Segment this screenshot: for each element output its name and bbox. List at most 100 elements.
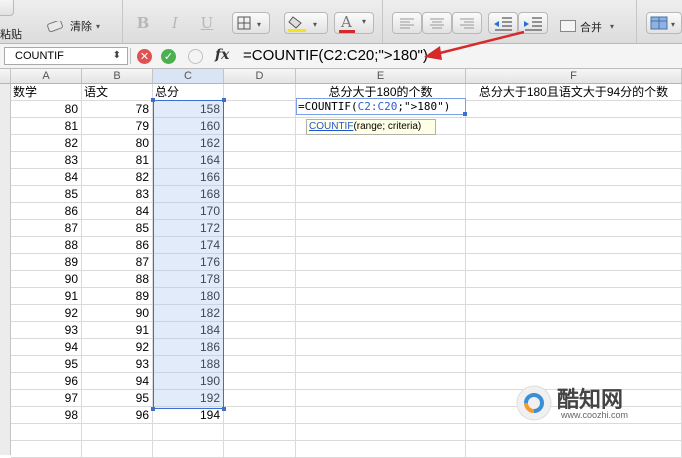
cell-math[interactable]: 94 bbox=[11, 339, 82, 356]
cell-math[interactable] bbox=[11, 424, 82, 441]
cell-chinese[interactable]: 88 bbox=[82, 271, 153, 288]
cell-total[interactable]: 176 bbox=[153, 254, 224, 271]
fill-color-button[interactable]: ▾ bbox=[284, 12, 328, 34]
empty-cell[interactable] bbox=[466, 288, 682, 305]
cell-chinese[interactable]: 96 bbox=[82, 407, 153, 424]
cell-chinese[interactable]: 87 bbox=[82, 254, 153, 271]
cell-chinese[interactable] bbox=[82, 424, 153, 441]
header-cell-total[interactable]: 总分 bbox=[153, 84, 224, 101]
empty-cell[interactable] bbox=[296, 424, 466, 441]
empty-cell[interactable] bbox=[224, 186, 296, 203]
empty-cell[interactable] bbox=[466, 441, 682, 458]
stepper-icon[interactable]: ⬍ bbox=[113, 48, 121, 64]
empty-cell[interactable] bbox=[224, 135, 296, 152]
cell-total[interactable]: 192 bbox=[153, 390, 224, 407]
empty-cell[interactable] bbox=[224, 407, 296, 424]
merge-button[interactable]: 合并 bbox=[580, 19, 602, 35]
empty-cell[interactable] bbox=[296, 407, 466, 424]
cell-total[interactable]: 188 bbox=[153, 356, 224, 373]
cell-chinese[interactable]: 92 bbox=[82, 339, 153, 356]
empty-cell[interactable] bbox=[296, 254, 466, 271]
chevron-down-icon[interactable]: ▾ bbox=[610, 22, 614, 31]
empty-cell[interactable] bbox=[224, 101, 296, 118]
paste-button[interactable] bbox=[0, 0, 14, 16]
cell-total[interactable]: 184 bbox=[153, 322, 224, 339]
cell-total[interactable]: 182 bbox=[153, 305, 224, 322]
empty-cell[interactable] bbox=[224, 118, 296, 135]
empty-cell[interactable] bbox=[296, 169, 466, 186]
clear-button[interactable]: 清除 bbox=[70, 18, 92, 34]
row-header-strip[interactable] bbox=[0, 84, 11, 455]
empty-cell[interactable] bbox=[224, 339, 296, 356]
cell-d1[interactable] bbox=[224, 84, 296, 101]
empty-cell[interactable] bbox=[224, 390, 296, 407]
cell-chinese[interactable]: 78 bbox=[82, 101, 153, 118]
cell-math[interactable]: 90 bbox=[11, 271, 82, 288]
empty-cell[interactable] bbox=[224, 203, 296, 220]
cell-math[interactable]: 93 bbox=[11, 322, 82, 339]
cell-math[interactable]: 98 bbox=[11, 407, 82, 424]
bold-button[interactable]: B bbox=[130, 12, 156, 34]
header-cell-math[interactable]: 数学 bbox=[11, 84, 82, 101]
cell-math[interactable]: 88 bbox=[11, 237, 82, 254]
column-header-b[interactable]: B bbox=[82, 69, 153, 83]
cell-math[interactable]: 92 bbox=[11, 305, 82, 322]
cell-chinese[interactable]: 82 bbox=[82, 169, 153, 186]
cell-total[interactable]: 186 bbox=[153, 339, 224, 356]
empty-cell[interactable] bbox=[224, 441, 296, 458]
empty-cell[interactable] bbox=[296, 271, 466, 288]
cell-math[interactable]: 83 bbox=[11, 152, 82, 169]
empty-cell[interactable] bbox=[466, 220, 682, 237]
chevron-down-icon[interactable]: ▾ bbox=[96, 22, 100, 31]
empty-cell[interactable] bbox=[224, 356, 296, 373]
cell-total[interactable]: 174 bbox=[153, 237, 224, 254]
cell-total[interactable]: 158 bbox=[153, 101, 224, 118]
empty-cell[interactable] bbox=[296, 441, 466, 458]
function-wizard-icon[interactable] bbox=[188, 49, 203, 64]
empty-cell[interactable] bbox=[224, 322, 296, 339]
cell-chinese[interactable]: 89 bbox=[82, 288, 153, 305]
empty-cell[interactable] bbox=[224, 288, 296, 305]
column-header-c[interactable]: C bbox=[153, 69, 224, 83]
cell-chinese[interactable]: 84 bbox=[82, 203, 153, 220]
cell-chinese[interactable]: 81 bbox=[82, 152, 153, 169]
empty-cell[interactable] bbox=[296, 356, 466, 373]
empty-cell[interactable] bbox=[224, 152, 296, 169]
empty-cell[interactable] bbox=[466, 203, 682, 220]
empty-cell[interactable] bbox=[224, 237, 296, 254]
empty-cell[interactable] bbox=[466, 271, 682, 288]
cancel-icon[interactable]: ✕ bbox=[137, 49, 152, 64]
select-all-corner[interactable] bbox=[0, 69, 11, 83]
name-box[interactable]: COUNTIF ⬍ bbox=[4, 47, 128, 65]
empty-cell[interactable] bbox=[224, 271, 296, 288]
empty-cell[interactable] bbox=[296, 135, 466, 152]
conditional-format-button[interactable]: ▾ bbox=[646, 12, 682, 34]
cell-chinese[interactable]: 93 bbox=[82, 356, 153, 373]
cell-math[interactable]: 82 bbox=[11, 135, 82, 152]
cell-math[interactable]: 84 bbox=[11, 169, 82, 186]
empty-cell[interactable] bbox=[296, 322, 466, 339]
empty-cell[interactable] bbox=[466, 356, 682, 373]
empty-cell[interactable] bbox=[224, 220, 296, 237]
cell-total[interactable]: 194 bbox=[153, 407, 224, 424]
cell-math[interactable]: 87 bbox=[11, 220, 82, 237]
empty-cell[interactable] bbox=[224, 305, 296, 322]
empty-cell[interactable] bbox=[466, 169, 682, 186]
cell-chinese[interactable]: 91 bbox=[82, 322, 153, 339]
cell-total[interactable]: 170 bbox=[153, 203, 224, 220]
empty-cell[interactable] bbox=[466, 254, 682, 271]
font-color-button[interactable]: A ▾ bbox=[334, 12, 374, 34]
header-cell-chinese[interactable]: 语文 bbox=[82, 84, 153, 101]
empty-cell[interactable] bbox=[296, 390, 466, 407]
empty-cell[interactable] bbox=[296, 305, 466, 322]
empty-cell[interactable] bbox=[224, 254, 296, 271]
cell-chinese[interactable]: 90 bbox=[82, 305, 153, 322]
cell-total[interactable] bbox=[153, 441, 224, 458]
cell-total[interactable]: 160 bbox=[153, 118, 224, 135]
cell-chinese[interactable]: 86 bbox=[82, 237, 153, 254]
cell-total[interactable]: 178 bbox=[153, 271, 224, 288]
empty-cell[interactable] bbox=[466, 339, 682, 356]
cell-math[interactable]: 80 bbox=[11, 101, 82, 118]
column-header-a[interactable]: A bbox=[11, 69, 82, 83]
cell-total[interactable]: 168 bbox=[153, 186, 224, 203]
